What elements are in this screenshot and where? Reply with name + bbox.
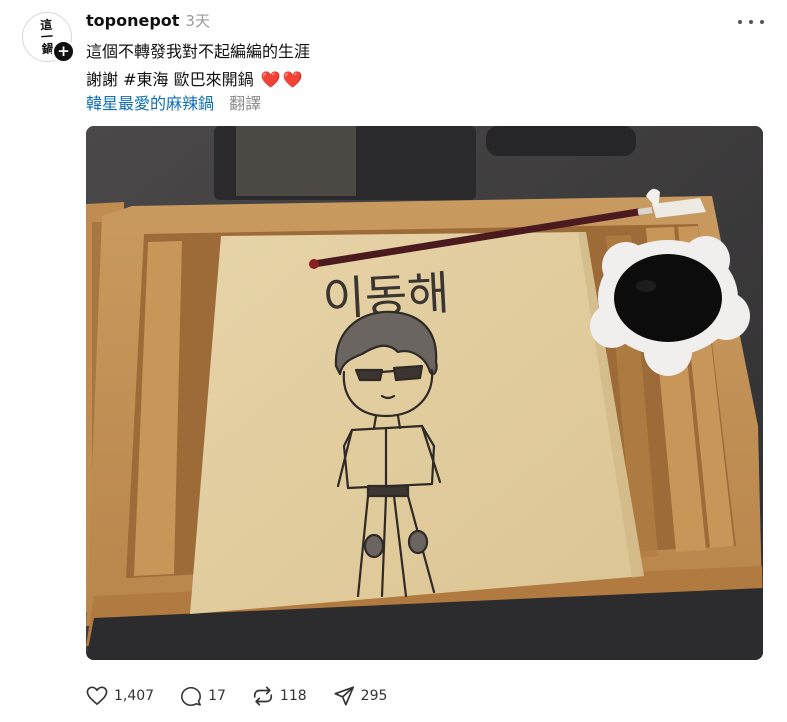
like-count: 1,407 [114,688,155,704]
heart-emoji: ❤️ [282,70,303,89]
action-bar: 1,407 17 118 295 [86,684,413,708]
ellipsis-icon [760,20,764,24]
ellipsis-icon [738,20,742,24]
caption-line-1: 這個不轉發我對不起編編的生涯 [86,42,311,61]
share-button[interactable]: 295 [333,685,388,707]
repost-count: 118 [279,688,307,704]
topic-tag-link[interactable]: 韓星最愛的麻辣鍋 [86,94,214,113]
heart-emoji: ❤️ [260,70,281,89]
share-count: 295 [360,688,388,704]
speech-bubble-icon [181,686,202,706]
reply-count: 17 [208,688,226,704]
post-header: toponepot 3天 [86,10,210,32]
caption-line-2-text: 謝謝 #東海 歐巴來開鍋 [86,70,254,89]
post-photo-illustration: 이동해 [86,126,763,660]
post-card: 這一鍋 + toponepot 3天 這個不轉發我對不起編編的生涯 謝謝 #東海… [0,0,787,722]
reply-button[interactable]: 17 [180,686,226,707]
ellipsis-icon [749,20,753,24]
caption-line-2: 謝謝 #東海 歐巴來開鍋 ❤️ ❤️ [86,66,310,94]
translate-button[interactable]: 翻譯 [229,94,261,113]
post-image[interactable]: 이동해 [86,126,763,660]
follow-button[interactable]: + [52,40,75,63]
send-icon [334,686,354,706]
tag-row: 韓星最愛的麻辣鍋 翻譯 [86,92,261,116]
heart-icon [86,686,108,705]
like-button[interactable]: 1,407 [86,686,154,706]
post-timestamp[interactable]: 3天 [185,10,210,31]
more-options-button[interactable] [738,12,764,32]
avatar-container[interactable]: 這一鍋 + [22,12,75,63]
username-link[interactable]: toponepot [86,11,179,30]
post-caption: 這個不轉發我對不起編編的生涯 謝謝 #東海 歐巴來開鍋 ❤️ ❤️ [86,38,310,94]
repost-button[interactable]: 118 [252,685,307,707]
repost-arrows-icon [253,686,272,706]
